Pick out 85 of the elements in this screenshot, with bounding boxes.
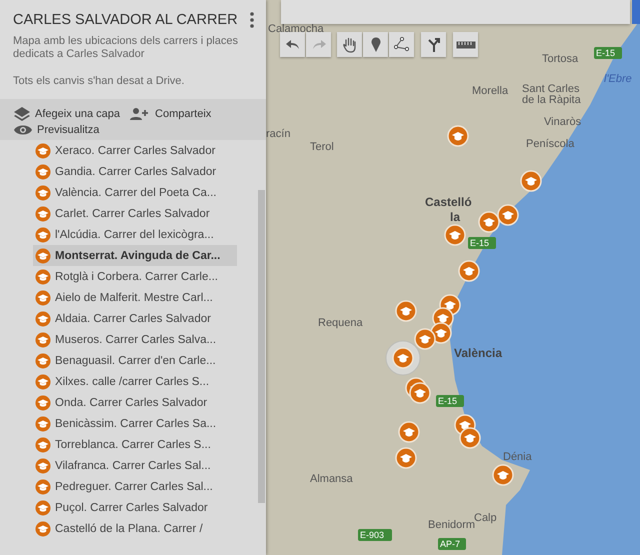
graduation-cap-icon xyxy=(35,478,51,494)
directions-button[interactable] xyxy=(421,32,446,57)
graduation-cap-icon xyxy=(35,142,51,158)
place-item[interactable]: Castelló de la Plana. Carrer / xyxy=(33,518,235,539)
place-item[interactable]: València. Carrer del Poeta Ca... xyxy=(33,182,235,203)
map-marker[interactable] xyxy=(386,340,420,376)
graduation-cap-icon xyxy=(35,374,51,390)
graduation-cap-icon xyxy=(35,394,51,410)
place-item[interactable]: Puçol. Carrer Carles Salvador xyxy=(33,497,235,518)
graduation-cap-icon xyxy=(35,164,51,180)
road-shield: E-903 xyxy=(358,529,392,541)
place-label: València xyxy=(454,346,502,360)
place-item[interactable]: Xeraco. Carrer Carles Salvador xyxy=(33,140,235,161)
graduation-cap-icon xyxy=(35,416,51,432)
undo-button[interactable] xyxy=(280,32,305,57)
graduation-cap-icon xyxy=(35,332,51,348)
ruler-button[interactable] xyxy=(453,32,478,57)
place-item[interactable]: Torreblanca. Carrer Carles S... xyxy=(33,434,235,455)
place-label: Terol xyxy=(310,141,334,153)
hand-button[interactable] xyxy=(337,32,362,57)
place-label: Tortosa xyxy=(542,53,578,65)
place-label: Benidorm xyxy=(428,519,476,531)
road-shield: E-15 xyxy=(594,47,622,59)
eye-icon xyxy=(14,124,32,136)
place-label: Morella xyxy=(472,85,508,97)
map-title[interactable]: CARLES SALVADOR AL CARRER xyxy=(13,12,238,28)
place-item[interactable]: Montserrat. Avinguda de Car... xyxy=(33,245,237,266)
undo-icon xyxy=(286,40,300,50)
graduation-cap-icon xyxy=(35,520,51,536)
graduation-cap-icon xyxy=(35,290,51,306)
side-strip xyxy=(632,0,640,24)
share-link[interactable]: Comparteix xyxy=(130,107,212,121)
place-label: Calamocha xyxy=(268,23,324,35)
place-item[interactable]: Rotglà i Corbera. Carrer Carle... xyxy=(33,266,235,287)
river-label: l'Ebre xyxy=(604,73,632,85)
graduation-cap-icon xyxy=(35,268,51,284)
road-shield: AP-7 xyxy=(438,538,466,550)
place-item[interactable]: Onda. Carrer Carles Salvador xyxy=(33,392,235,413)
place-label: Dénia xyxy=(503,451,532,463)
ruler-icon xyxy=(456,40,476,48)
place-label: Sant Carles xyxy=(522,83,580,95)
graduation-cap-icon xyxy=(35,248,51,264)
marker-button[interactable] xyxy=(363,32,388,57)
save-status: Tots els canvis s'han desat a Drive. xyxy=(13,75,186,87)
place-label: la xyxy=(450,210,460,224)
place-item[interactable]: Xilxes. calle /carrer Carles S... xyxy=(33,371,235,392)
place-label: Calp xyxy=(474,512,497,524)
graduation-cap-icon xyxy=(35,436,51,452)
graduation-cap-icon xyxy=(35,206,51,222)
place-label: Requena xyxy=(318,317,363,329)
place-label: Almansa xyxy=(310,473,353,485)
place-item[interactable]: Museros. Carrer Carles Salva... xyxy=(33,329,235,350)
layer-link[interactable]: Afegeix una capa xyxy=(14,107,120,121)
more-options-icon[interactable] xyxy=(250,12,254,28)
place-label: Castelló xyxy=(425,195,472,209)
preview-link[interactable]: Previsualitza xyxy=(14,124,100,136)
map-description[interactable]: Mapa amb les ubicacions dels carrers i places dedicats a Carles Salvador xyxy=(13,35,252,61)
graduation-cap-icon xyxy=(35,184,51,200)
road-shield: E-15 xyxy=(468,237,496,249)
graduation-cap-icon xyxy=(35,310,51,326)
place-item[interactable]: Gandia. Carrer Carles Salvador xyxy=(33,161,235,182)
graduation-cap-icon xyxy=(35,352,51,368)
add-person-icon xyxy=(130,108,150,120)
hand-icon xyxy=(342,36,356,52)
line-button[interactable] xyxy=(389,32,414,57)
road-shield: E-15 xyxy=(436,395,464,407)
place-label: racín xyxy=(266,128,290,140)
scrollbar[interactable] xyxy=(258,190,265,503)
graduation-cap-icon xyxy=(35,458,51,474)
pin-icon xyxy=(370,37,380,52)
place-item[interactable]: Aielo de Malferit. Mestre Carl... xyxy=(33,287,235,308)
place-item[interactable]: Carlet. Carrer Carles Salvador xyxy=(33,203,235,224)
place-item[interactable]: Benaguasil. Carrer d'en Carle... xyxy=(33,350,235,371)
redo-icon xyxy=(312,40,326,50)
place-item[interactable]: Aldaia. Carrer Carles Salvador xyxy=(33,308,235,329)
draw-line-icon xyxy=(394,37,409,52)
place-item[interactable]: l'Alcúdia. Carrer del lexicògra... xyxy=(33,224,235,245)
place-item[interactable]: Pedreguer. Carrer Carles Sal... xyxy=(33,476,235,497)
place-item[interactable]: Benicàssim. Carrer Carles Sa... xyxy=(33,413,235,434)
layers-icon xyxy=(14,107,30,121)
graduation-cap-icon xyxy=(35,500,51,516)
place-label: de la Ràpita xyxy=(522,94,581,106)
graduation-cap-icon xyxy=(35,226,51,242)
directions-icon xyxy=(428,37,440,52)
place-item[interactable]: Vilafranca. Carrer Carles Sal... xyxy=(33,455,235,476)
